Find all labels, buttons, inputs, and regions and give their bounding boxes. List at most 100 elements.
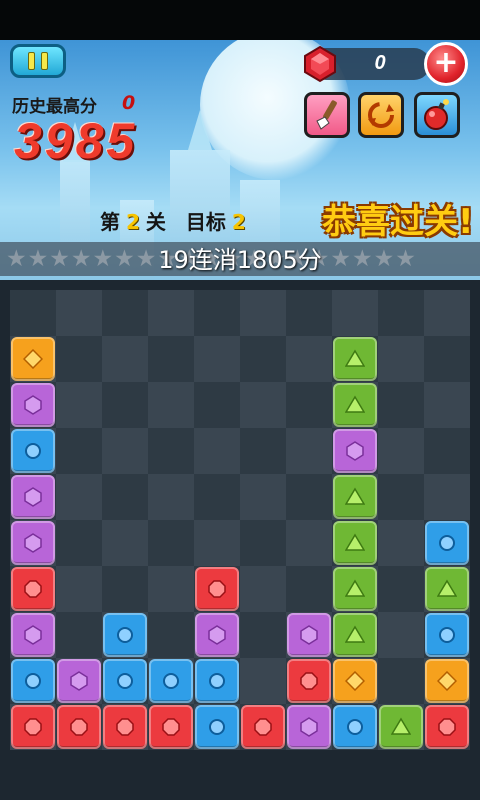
board-cell[interactable]: [56, 612, 102, 658]
board-cell[interactable]: [378, 612, 424, 658]
board-cell[interactable]: [240, 566, 286, 612]
board-cell[interactable]: [102, 520, 148, 566]
orange-block[interactable]: [333, 659, 377, 703]
board-cell[interactable]: [286, 658, 332, 704]
green-block[interactable]: [379, 705, 423, 749]
board-cell[interactable]: [148, 658, 194, 704]
board-cell[interactable]: [424, 658, 470, 704]
board-cell[interactable]: [102, 290, 148, 336]
board-cell[interactable]: [56, 566, 102, 612]
purple-block[interactable]: [57, 659, 101, 703]
blue-block[interactable]: [103, 613, 147, 657]
board-cell[interactable]: [378, 290, 424, 336]
board-cell[interactable]: [378, 704, 424, 750]
board-cell[interactable]: [424, 290, 470, 336]
board-cell[interactable]: [148, 428, 194, 474]
board-cell[interactable]: [424, 382, 470, 428]
purple-block[interactable]: [333, 429, 377, 473]
green-block[interactable]: [333, 613, 377, 657]
board-cell[interactable]: [378, 520, 424, 566]
blue-block[interactable]: [149, 659, 193, 703]
board-cell[interactable]: [56, 658, 102, 704]
red-block[interactable]: [103, 705, 147, 749]
board-cell[interactable]: [240, 474, 286, 520]
board-cell[interactable]: [10, 290, 56, 336]
board-cell[interactable]: [10, 704, 56, 750]
board-cell[interactable]: [56, 704, 102, 750]
board-cell[interactable]: [240, 290, 286, 336]
board-cell[interactable]: [56, 382, 102, 428]
orange-block[interactable]: [425, 659, 469, 703]
board-cell[interactable]: [148, 612, 194, 658]
board-cell[interactable]: [378, 382, 424, 428]
board-cell[interactable]: [194, 336, 240, 382]
board-cell[interactable]: [424, 612, 470, 658]
board-cell[interactable]: [424, 566, 470, 612]
board-cell[interactable]: [194, 658, 240, 704]
green-block[interactable]: [425, 567, 469, 611]
board-cell[interactable]: [102, 382, 148, 428]
purple-block[interactable]: [11, 613, 55, 657]
board-cell[interactable]: [56, 336, 102, 382]
board-cell[interactable]: [286, 428, 332, 474]
board-cell[interactable]: [424, 428, 470, 474]
board-cell[interactable]: [424, 520, 470, 566]
board-cell[interactable]: [240, 658, 286, 704]
board-cell[interactable]: [286, 566, 332, 612]
board-cell[interactable]: [332, 382, 378, 428]
board-cell[interactable]: [194, 428, 240, 474]
board-cell[interactable]: [194, 290, 240, 336]
green-block[interactable]: [333, 383, 377, 427]
board-cell[interactable]: [148, 382, 194, 428]
board-cell[interactable]: [378, 566, 424, 612]
purple-block[interactable]: [11, 475, 55, 519]
board-cell[interactable]: [56, 428, 102, 474]
blue-block[interactable]: [11, 429, 55, 473]
board-cell[interactable]: [332, 290, 378, 336]
red-block[interactable]: [11, 567, 55, 611]
blue-block[interactable]: [11, 659, 55, 703]
board-cell[interactable]: [56, 290, 102, 336]
board-cell[interactable]: [286, 520, 332, 566]
green-block[interactable]: [333, 475, 377, 519]
refresh-tool-button[interactable]: [358, 92, 404, 138]
board-cell[interactable]: [10, 474, 56, 520]
purple-block[interactable]: [287, 705, 331, 749]
board-cell[interactable]: [286, 704, 332, 750]
purple-block[interactable]: [287, 613, 331, 657]
board-cell[interactable]: [148, 520, 194, 566]
board-cell[interactable]: [286, 382, 332, 428]
board-cell[interactable]: [102, 474, 148, 520]
board-cell[interactable]: [378, 428, 424, 474]
board-cell[interactable]: [424, 704, 470, 750]
board-cell[interactable]: [240, 612, 286, 658]
red-block[interactable]: [241, 705, 285, 749]
board-cell[interactable]: [10, 428, 56, 474]
blue-block[interactable]: [333, 705, 377, 749]
blue-block[interactable]: [425, 521, 469, 565]
green-block[interactable]: [333, 337, 377, 381]
blue-block[interactable]: [195, 659, 239, 703]
board-cell[interactable]: [194, 612, 240, 658]
board-cell[interactable]: [194, 704, 240, 750]
board-cell[interactable]: [378, 336, 424, 382]
board-cell[interactable]: [10, 658, 56, 704]
board-cell[interactable]: [240, 520, 286, 566]
board-cell[interactable]: [194, 474, 240, 520]
purple-block[interactable]: [11, 521, 55, 565]
board-cell[interactable]: [10, 612, 56, 658]
board-cell[interactable]: [102, 566, 148, 612]
board-cell[interactable]: [102, 612, 148, 658]
board-cell[interactable]: [10, 336, 56, 382]
board-cell[interactable]: [286, 336, 332, 382]
board-cell[interactable]: [148, 290, 194, 336]
board-cell[interactable]: [332, 704, 378, 750]
board-cell[interactable]: [378, 474, 424, 520]
board-cell[interactable]: [332, 336, 378, 382]
board-cell[interactable]: [194, 382, 240, 428]
board-cell[interactable]: [332, 566, 378, 612]
board-cell[interactable]: [240, 428, 286, 474]
board-cell[interactable]: [332, 474, 378, 520]
brush-tool-button[interactable]: [304, 92, 350, 138]
red-block[interactable]: [425, 705, 469, 749]
